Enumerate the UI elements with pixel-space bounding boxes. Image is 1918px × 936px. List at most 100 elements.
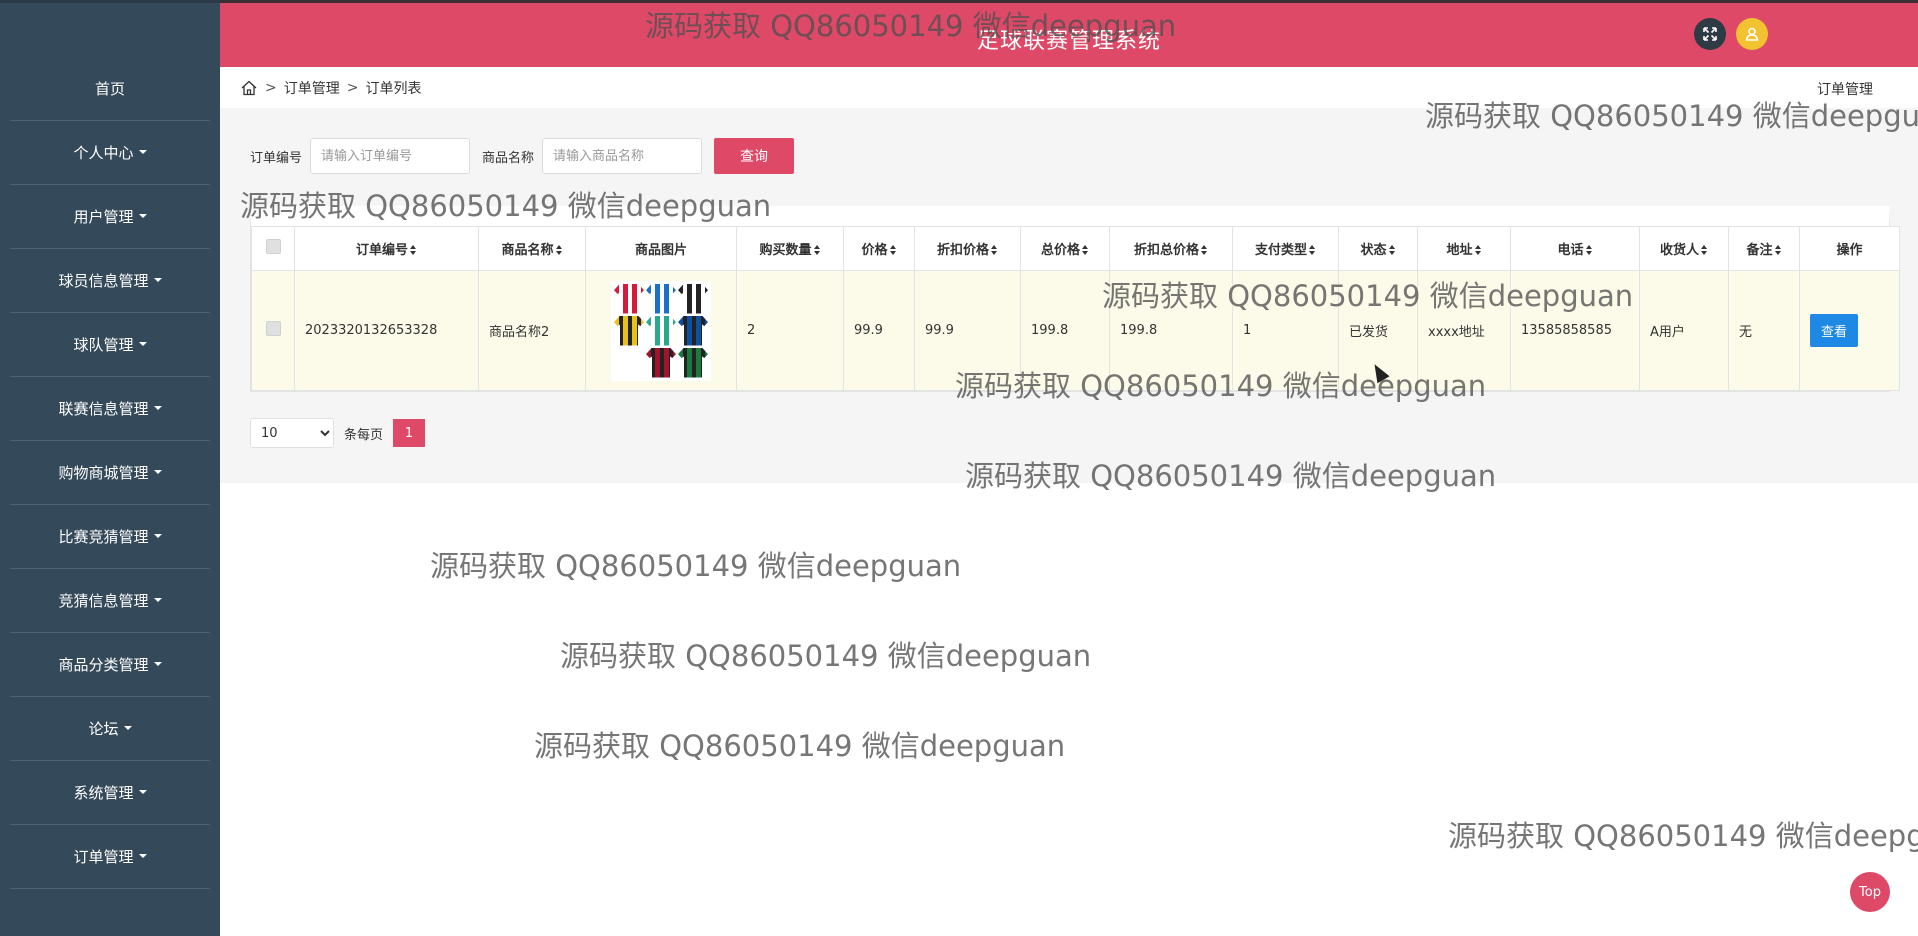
sidebar-item-label: 比赛竞猜管理: [58, 528, 149, 546]
sidebar-item[interactable]: 竞猜信息管理: [10, 569, 210, 633]
column-header[interactable]: 折扣总价格: [1109, 226, 1233, 271]
sidebar-item[interactable]: 首页: [10, 57, 210, 121]
sidebar-item[interactable]: 论坛: [10, 697, 210, 761]
sort-icon: [1701, 244, 1708, 255]
per-page-label: 条每页: [344, 427, 384, 443]
product-image-cell: [585, 270, 737, 391]
quantity-cell: 2: [736, 270, 844, 391]
select-all-cell: [251, 226, 295, 271]
caret-down-icon: [153, 597, 162, 602]
remark-cell: 无: [1728, 270, 1800, 391]
sort-icon: [889, 244, 897, 255]
caret-down-icon: [153, 533, 162, 538]
order-no-cell: 2023320132653328: [294, 270, 479, 391]
breadcrumb-order-management[interactable]: 订单管理: [284, 78, 340, 98]
sidebar-item[interactable]: 个人中心: [10, 121, 210, 185]
sort-icon: [1474, 244, 1482, 255]
main-content: 订单编号 商品名称 查询 订单编号 商品名称 商品图片 购买数量 价格: [220, 108, 1918, 483]
sort-icon: [1388, 244, 1396, 255]
column-header[interactable]: 地址: [1417, 226, 1511, 271]
sidebar-item-label: 个人中心: [73, 144, 134, 162]
price-cell: 99.9: [843, 270, 915, 391]
sort-icon: [1082, 244, 1089, 255]
total-price-cell: 199.8: [1020, 270, 1110, 391]
user-button[interactable]: [1736, 18, 1768, 50]
sidebar: 首页个人中心用户管理球员信息管理球队管理联赛信息管理 购物商城管理 比赛竞猜管理 竞猜…: [0, 0, 220, 936]
watermark: 源码获取 QQ86050149 微信deepguan: [430, 549, 962, 583]
sidebar-item[interactable]: 订单管理: [10, 825, 210, 889]
sidebar-item[interactable]: 比赛竞猜管理: [10, 505, 210, 569]
column-header[interactable]: 订单编号: [294, 226, 479, 271]
column-header[interactable]: 支付类型: [1232, 226, 1339, 271]
watermark: 源码获取 QQ86050149 微信deepguan: [560, 639, 1092, 673]
fullscreen-button[interactable]: [1694, 18, 1726, 50]
caret-down-icon: [153, 277, 162, 282]
caret-down-icon: [153, 661, 162, 666]
sidebar-item-label: 论坛: [88, 720, 119, 738]
app-title: 足球联赛管理系统: [976, 29, 1161, 54]
sidebar-item[interactable]: 商品分类管理: [10, 633, 210, 697]
sort-icon: [555, 244, 563, 255]
user-icon: [1745, 27, 1759, 41]
sidebar-item-label: 联赛信息管理: [58, 400, 149, 418]
page-title: 订单管理: [1817, 82, 1873, 98]
action-cell: 查看: [1799, 270, 1900, 391]
order-table-container: 订单编号 商品名称 商品图片 购买数量 价格 折扣价格 总价格 折扣总价格 支付…: [250, 206, 1900, 392]
caret-down-icon: [153, 405, 162, 410]
sidebar-item-label: 商品分类管理: [58, 656, 149, 674]
watermark: 源码获取 QQ86050149 微信deepguan: [534, 729, 1066, 763]
sort-icon: [1774, 244, 1782, 255]
column-header[interactable]: 收货人: [1639, 226, 1729, 271]
sort-icon: [1201, 244, 1208, 255]
column-header[interactable]: 电话: [1510, 226, 1640, 271]
row-checkbox[interactable]: [265, 321, 281, 336]
page-number-button[interactable]: 1: [393, 419, 426, 447]
view-button[interactable]: 查看: [1810, 314, 1859, 347]
back-to-top-button[interactable]: Top: [1850, 872, 1890, 912]
sort-icon: [1585, 244, 1593, 255]
sidebar-item-label: 系统管理: [73, 784, 134, 802]
sidebar-item-label: 用户管理: [73, 208, 134, 226]
sidebar-item[interactable]: 系统管理: [10, 761, 210, 825]
address-cell: xxxx地址: [1417, 270, 1511, 391]
sidebar-item-label: 竞猜信息管理: [58, 592, 149, 610]
home-icon[interactable]: [240, 79, 258, 97]
column-header[interactable]: 总价格: [1020, 226, 1110, 271]
sort-icon: [991, 244, 998, 255]
query-button[interactable]: 查询: [714, 138, 795, 174]
column-header[interactable]: 折扣价格: [914, 226, 1021, 271]
sidebar-item-label: 球队管理: [73, 336, 134, 354]
caret-down-icon: [138, 789, 147, 794]
product-name-input[interactable]: [542, 138, 703, 174]
column-header[interactable]: 价格: [843, 226, 915, 271]
search-form: 订单编号 商品名称 查询: [250, 138, 795, 174]
phone-cell: 13585858585: [1510, 270, 1640, 391]
top-header: 足球联赛管理系统: [220, 0, 1918, 67]
column-header[interactable]: 状态: [1338, 226, 1418, 271]
column-header: 操作: [1799, 226, 1900, 271]
expand-icon: [1703, 27, 1717, 41]
order-no-input[interactable]: [310, 138, 471, 174]
caret-down-icon: [138, 853, 147, 858]
breadcrumb: > 订单管理 > 订单列表 订单管理: [220, 67, 1918, 108]
breadcrumb-separator: >: [265, 79, 277, 96]
sidebar-item[interactable]: 球员信息管理: [10, 249, 210, 313]
receiver-cell: A用户: [1639, 270, 1729, 391]
column-header[interactable]: 备注: [1728, 226, 1800, 271]
sidebar-item[interactable]: 用户管理: [10, 185, 210, 249]
column-header[interactable]: 购买数量: [736, 226, 844, 271]
table-row: 2023320132653328 商品名称2 2 99.9 99.9 199.8…: [251, 270, 1900, 391]
sidebar-item-label: 购物商城管理: [58, 464, 149, 482]
sidebar-item[interactable]: 球队管理: [10, 313, 210, 377]
sidebar-item[interactable]: 联赛信息管理: [10, 377, 210, 441]
caret-down-icon: [138, 213, 147, 218]
product-name-label: 商品名称: [482, 150, 535, 166]
breadcrumb-separator: >: [346, 79, 359, 96]
table-header-row: 订单编号 商品名称 商品图片 购买数量 价格 折扣价格 总价格 折扣总价格 支付…: [251, 226, 1900, 271]
sidebar-item[interactable]: 购物商城管理: [10, 441, 210, 505]
pagination: 10 条每页 1: [250, 418, 426, 448]
column-header[interactable]: 商品名称: [478, 226, 586, 271]
select-all-checkbox[interactable]: [265, 239, 281, 254]
sort-icon: [1309, 244, 1316, 255]
page-size-select[interactable]: 10: [250, 418, 334, 448]
